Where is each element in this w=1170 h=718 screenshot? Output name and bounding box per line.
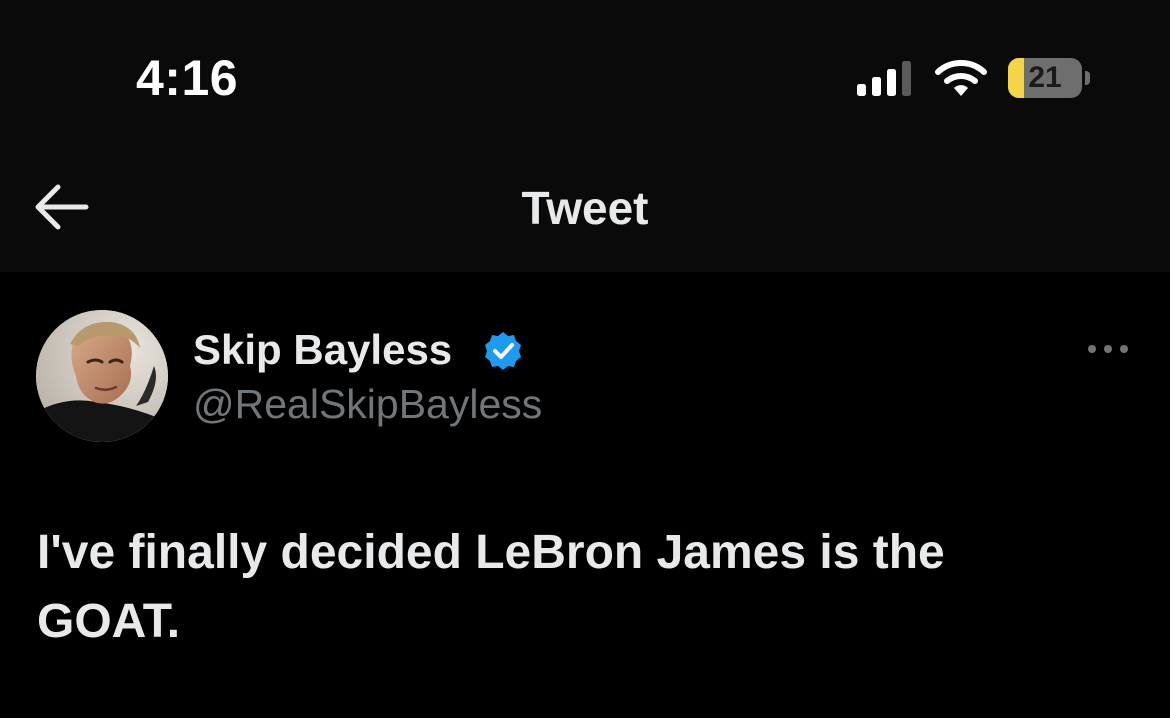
author-handle[interactable]: @RealSkipBayless [193, 378, 542, 430]
status-time: 4:16 [136, 50, 239, 106]
page-title: Tweet [521, 182, 649, 234]
avatar-image [36, 310, 168, 442]
more-options-icon[interactable] [1084, 336, 1132, 362]
avatar[interactable] [36, 310, 168, 442]
verified-badge-icon [485, 332, 521, 370]
author-name[interactable]: Skip Bayless [193, 324, 452, 376]
battery-body: 21 [1008, 58, 1082, 98]
tweet-text: I've finally decided LeBron James is the… [37, 526, 945, 648]
wifi-icon [935, 60, 987, 96]
signal-icon [857, 61, 911, 96]
battery-icon: 21 [1008, 58, 1090, 98]
battery-level: 21 [1028, 61, 1062, 94]
battery-cap [1085, 71, 1090, 85]
